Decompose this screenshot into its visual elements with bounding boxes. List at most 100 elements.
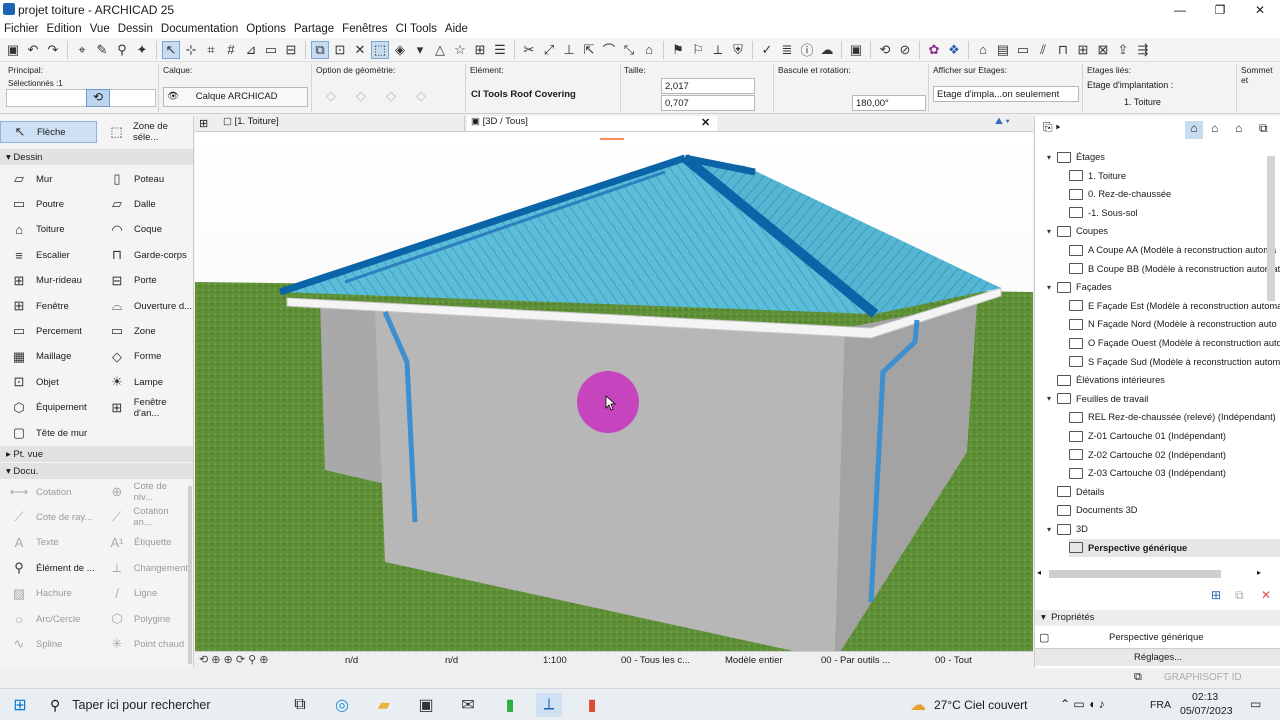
- cursor-snap-icon[interactable]: ⊿: [242, 41, 260, 59]
- docu-tool-0-right[interactable]: ⊕ Cote de niv...: [98, 481, 188, 503]
- tool-5-left[interactable]: ⊞ Fenêtre: [0, 295, 97, 317]
- cross-icon[interactable]: ✕: [351, 41, 369, 59]
- chevron-down-icon[interactable]: ▾: [1047, 227, 1057, 236]
- navigator-layout-book-icon[interactable]: ⌂: [1235, 121, 1242, 135]
- archicad-taskbar-icon[interactable]: ⟂: [536, 693, 562, 717]
- nav-worksheet-item[interactable]: Z-01 Cartouche 01 (Indépendant): [1069, 427, 1226, 445]
- menu-fichier[interactable]: Fichier: [0, 23, 43, 35]
- orbit-dropdown-icon[interactable]: ▾: [411, 41, 429, 59]
- inject-icon[interactable]: ✎: [93, 41, 111, 59]
- status-nd-1[interactable]: n/d: [345, 655, 358, 666]
- language-indicator[interactable]: FRA: [1150, 699, 1171, 711]
- nav-generic-perspective[interactable]: Perspective générique: [1069, 538, 1280, 557]
- resize-icon[interactable]: ⤡: [620, 41, 638, 59]
- tool-5-right[interactable]: ⌓ Ouverture d...: [98, 295, 193, 317]
- fillet-icon[interactable]: ⌒: [600, 41, 618, 59]
- tool-8-left[interactable]: ⊡ Objet: [0, 371, 97, 393]
- adjust-icon[interactable]: ⤢: [540, 41, 558, 59]
- section-icon[interactable]: ⊞: [471, 41, 489, 59]
- nav-interior-elevations[interactable]: Élévations intérieures: [1047, 371, 1165, 389]
- teamwork-icon[interactable]: ⟲: [876, 41, 894, 59]
- nav-section-item[interactable]: A Coupe AA (Modèle à reconstruction auto…: [1069, 241, 1276, 259]
- camtasia-icon[interactable]: ▮: [498, 693, 522, 717]
- wall-tool-icon[interactable]: ▤: [994, 41, 1012, 59]
- favorites-icon[interactable]: ⟲: [86, 89, 110, 107]
- check-icon[interactable]: ✓: [758, 41, 776, 59]
- windows-start-icon[interactable]: ⊞: [8, 693, 32, 717]
- marquee-tool[interactable]: ⬚ Zone de séle...: [98, 121, 193, 143]
- ci-tools-alt-icon[interactable]: ❖: [945, 41, 963, 59]
- snap-icon[interactable]: ⌗: [202, 41, 220, 59]
- trace-icon[interactable]: ⊟: [282, 41, 300, 59]
- edge-icon[interactable]: ◎: [330, 693, 354, 717]
- docu-tool-3-right[interactable]: ⟂ Changement: [98, 557, 188, 579]
- docu-tool-6-right[interactable]: ✳ Point chaud: [98, 633, 188, 655]
- tool-7-right[interactable]: ◇ Forme: [98, 346, 193, 368]
- suspend-groups-icon[interactable]: ⧉: [311, 40, 329, 59]
- model-view-value[interactable]: Modèle entier: [725, 655, 783, 666]
- intersect-icon[interactable]: ⊥: [560, 41, 578, 59]
- tool-6-left[interactable]: ▭ Percement: [0, 320, 97, 342]
- menu-vue[interactable]: Vue: [86, 23, 114, 35]
- rotation-input[interactable]: 180,00°: [852, 95, 926, 111]
- dimension-value[interactable]: 00 - Tout: [935, 655, 972, 666]
- home-icon[interactable]: ⌂: [640, 41, 658, 59]
- column-tool-icon[interactable]: ⊓: [1054, 41, 1072, 59]
- tool-8-right[interactable]: ☀ Lampe: [98, 371, 193, 393]
- navigator-hscrollbar[interactable]: [1049, 570, 1221, 578]
- docu-tool-3-left[interactable]: ⚲ Élément de ...: [0, 557, 97, 579]
- nav-details[interactable]: Détails: [1047, 483, 1104, 501]
- nav-story-item[interactable]: 0. Rez-de-chaussée: [1069, 185, 1171, 203]
- redo-icon[interactable]: ↷: [44, 41, 62, 59]
- zone-tool-icon[interactable]: ⊠: [1094, 41, 1112, 59]
- info-icon[interactable]: ⓘ: [798, 41, 816, 59]
- nav-stories[interactable]: ▾ Étages: [1047, 148, 1105, 166]
- stairs-icon[interactable]: ≣: [778, 41, 796, 59]
- shield-icon[interactable]: ⛨: [729, 41, 747, 59]
- nav-worksheet-item[interactable]: Z-03 Cartouche 03 (Indépendant): [1069, 464, 1226, 482]
- weather-icon[interactable]: ☁: [906, 693, 930, 717]
- undo-icon[interactable]: ↶: [24, 41, 42, 59]
- tool-1-left[interactable]: ▭ Poutre: [0, 193, 97, 215]
- flag-alt-icon[interactable]: ⚐: [689, 41, 707, 59]
- magic-wand-icon[interactable]: ✦: [133, 41, 151, 59]
- tool-4-left[interactable]: ⊞ Mur-rideau: [0, 270, 97, 292]
- docu-tool-1-right[interactable]: ⟋ Cotation an...: [98, 506, 188, 528]
- nav-3d-documents[interactable]: Documents 3D: [1047, 501, 1138, 519]
- group-pt-vue[interactable]: ▸ Pt. vue: [0, 446, 193, 462]
- graphisoft-id-label[interactable]: GRAPHISOFT ID: [1164, 672, 1242, 683]
- weather-text[interactable]: 27°C Ciel couvert: [934, 698, 1028, 712]
- status-nav-icons[interactable]: ⟲ ⊕ ⊕ ⟳ ⚲ ⊕: [199, 653, 268, 666]
- save-icon[interactable]: ▣: [4, 41, 22, 59]
- properties-header[interactable]: ▾ Propriétés: [1035, 610, 1280, 626]
- size-width-input[interactable]: 2,017: [661, 78, 755, 94]
- chevron-down-icon[interactable]: ▾: [1047, 153, 1057, 162]
- section-box-icon[interactable]: ⬚: [371, 40, 389, 59]
- docu-tool-2-right[interactable]: A¹ Étiquette: [98, 532, 188, 554]
- nav-section-item[interactable]: B Coupe BB (Modèle à reconstruction auto…: [1069, 260, 1280, 278]
- chevron-down-icon[interactable]: ▾: [1047, 394, 1057, 403]
- nav-story-item[interactable]: 1. Toiture: [1069, 167, 1126, 185]
- layer-combo-value[interactable]: 00 - Tous les c...: [621, 655, 690, 666]
- tool-9-right[interactable]: ⊞ Fenêtre d'an...: [98, 397, 193, 419]
- select-buttons[interactable]: [6, 89, 156, 107]
- navigator-publisher-icon[interactable]: ⧉: [1259, 121, 1268, 136]
- tool-9-left[interactable]: ⬡ Équipement: [0, 397, 97, 419]
- 3d-scene[interactable]: [195, 132, 1033, 668]
- nav-story-item[interactable]: -1. Sous-sol: [1069, 204, 1138, 222]
- tool-6-right[interactable]: ▭ Zone: [98, 320, 193, 342]
- scale-value[interactable]: 1:100: [543, 655, 567, 666]
- ci-tools-icon[interactable]: ✿: [925, 41, 943, 59]
- offset-icon[interactable]: ⇱: [580, 41, 598, 59]
- share-icon[interactable]: ⇶: [1134, 41, 1152, 59]
- beam-tool-icon[interactable]: ⫽: [1034, 41, 1052, 59]
- navigator-map-icon[interactable]: ⎘ ▸: [1043, 120, 1061, 135]
- layer-icon[interactable]: ▭: [262, 41, 280, 59]
- nav-sections[interactable]: ▾ Coupes: [1047, 222, 1108, 240]
- menu-edition[interactable]: Edition: [43, 23, 86, 35]
- nav-worksheets[interactable]: ▾ Feuilles de travail: [1047, 390, 1148, 408]
- docu-tool-4-left[interactable]: ▨ Hachure: [0, 583, 97, 605]
- split-icon[interactable]: ✂: [520, 41, 538, 59]
- cloud-check-icon[interactable]: ☁: [818, 41, 836, 59]
- menu-options[interactable]: Options: [242, 23, 290, 35]
